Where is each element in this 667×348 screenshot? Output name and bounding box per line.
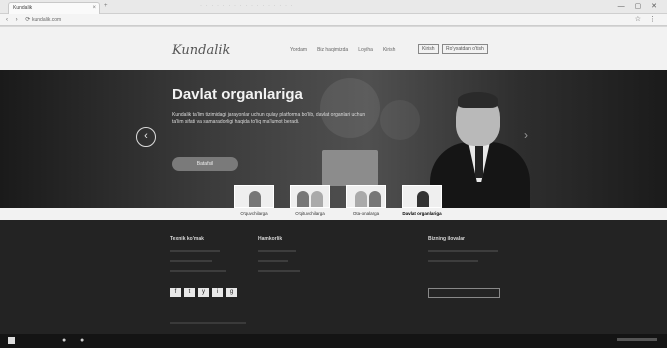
browser-tab-bar: Kundalik × + · · · · · · · · · · · · · ·…	[0, 0, 667, 14]
register-button[interactable]: Ro'yxatdan o'tish	[442, 44, 488, 54]
category-teachers-thumb[interactable]	[290, 185, 330, 208]
copyright-text	[170, 322, 246, 324]
category-teachers-label[interactable]: O'qituvchilarga	[284, 211, 336, 216]
person-figure	[297, 191, 309, 207]
login-button[interactable]: Kirish	[418, 44, 439, 54]
hero-more-button[interactable]: Batafsil	[172, 157, 238, 171]
footer-link[interactable]	[258, 270, 300, 272]
hero-description: Kundalik ta'lim tizimidagi jarayonlar uc…	[172, 112, 366, 125]
laptop-image	[322, 150, 378, 186]
nav-item-project[interactable]: Loyiha	[358, 47, 373, 53]
browser-address-bar: ‹ › ⟳ kundalik.com ☆ ⋮	[0, 14, 667, 26]
footer-link[interactable]	[170, 260, 212, 262]
instagram-icon[interactable]: i	[212, 288, 223, 297]
blurred-tab-text: · · · · · · · · · · · · · · · · ·	[200, 3, 294, 9]
site-logo[interactable]: Kundalik	[172, 43, 230, 58]
footer-link[interactable]	[258, 260, 288, 262]
site-header: Kundalik Yordam Biz haqimizda Loyiha Kir…	[0, 27, 667, 70]
system-clock	[617, 338, 657, 341]
person-tie	[475, 146, 483, 178]
nav-item-signin[interactable]: Kirish	[383, 47, 396, 53]
nav-item-help[interactable]: Yordam	[290, 47, 307, 53]
category-government-label[interactable]: Davlat organlariga	[396, 211, 448, 216]
footer-link[interactable]	[170, 250, 220, 252]
top-navigation: Yordam Biz haqimizda Loyiha Kirish	[290, 47, 395, 53]
google-icon[interactable]: g	[226, 288, 237, 297]
person-hair	[458, 92, 498, 108]
footer-col3-title: Bizning ilovalar	[428, 236, 465, 242]
category-government-thumb[interactable]	[402, 185, 442, 208]
person-figure	[355, 191, 367, 207]
app-icon[interactable]: ●	[80, 337, 84, 344]
category-parents-thumb[interactable]	[346, 185, 386, 208]
url-field[interactable]: kundalik.com	[32, 16, 592, 24]
category-parents-label[interactable]: Ota-onalarga	[340, 211, 392, 216]
extension-icons[interactable]: ☆ ⋮	[635, 15, 659, 23]
twitter-icon[interactable]: t	[184, 288, 195, 297]
browser-app-icon[interactable]: ●	[62, 337, 66, 344]
site-footer: Texnik ko'mak Hamkorlik Bizning ilovalar…	[0, 220, 667, 334]
person-figure	[249, 191, 261, 207]
category-students-thumb[interactable]	[234, 185, 274, 208]
carousel-next-icon[interactable]: ›	[524, 128, 540, 146]
footer-link[interactable]	[170, 270, 226, 272]
youtube-icon[interactable]: y	[198, 288, 209, 297]
footer-link[interactable]	[258, 250, 296, 252]
new-tab-icon[interactable]: +	[104, 3, 108, 9]
category-students-label[interactable]: O'quvchilarga	[228, 211, 280, 216]
category-thumbnails: O'quvchilarga O'qituvchilarga Ota-onalar…	[228, 185, 458, 219]
footer-col2-title: Hamkorlik	[258, 236, 283, 242]
window-controls[interactable]: — ▢ ✕	[618, 2, 661, 10]
browser-tab[interactable]: Kundalik ×	[8, 2, 100, 14]
social-icons: f t y i g	[170, 288, 237, 297]
background-light	[380, 100, 420, 140]
close-tab-icon[interactable]: ×	[92, 3, 96, 14]
navigation-buttons[interactable]: ‹ › ⟳	[6, 16, 33, 23]
facebook-icon[interactable]: f	[170, 288, 181, 297]
carousel-prev-icon[interactable]: ‹	[136, 127, 156, 147]
os-taskbar: ● ●	[0, 334, 667, 348]
footer-link[interactable]	[428, 260, 478, 262]
hero-title: Davlat organlariga	[172, 86, 303, 103]
start-menu-icon[interactable]	[8, 337, 15, 344]
footer-col1-title: Texnik ko'mak	[170, 236, 204, 242]
app-download-button[interactable]	[428, 288, 500, 298]
person-figure	[369, 191, 381, 207]
nav-item-about[interactable]: Biz haqimizda	[317, 47, 348, 53]
person-figure	[417, 191, 429, 207]
background-light	[320, 78, 380, 138]
person-figure	[311, 191, 323, 207]
tab-title: Kundalik	[13, 5, 33, 11]
footer-link[interactable]	[428, 250, 498, 252]
